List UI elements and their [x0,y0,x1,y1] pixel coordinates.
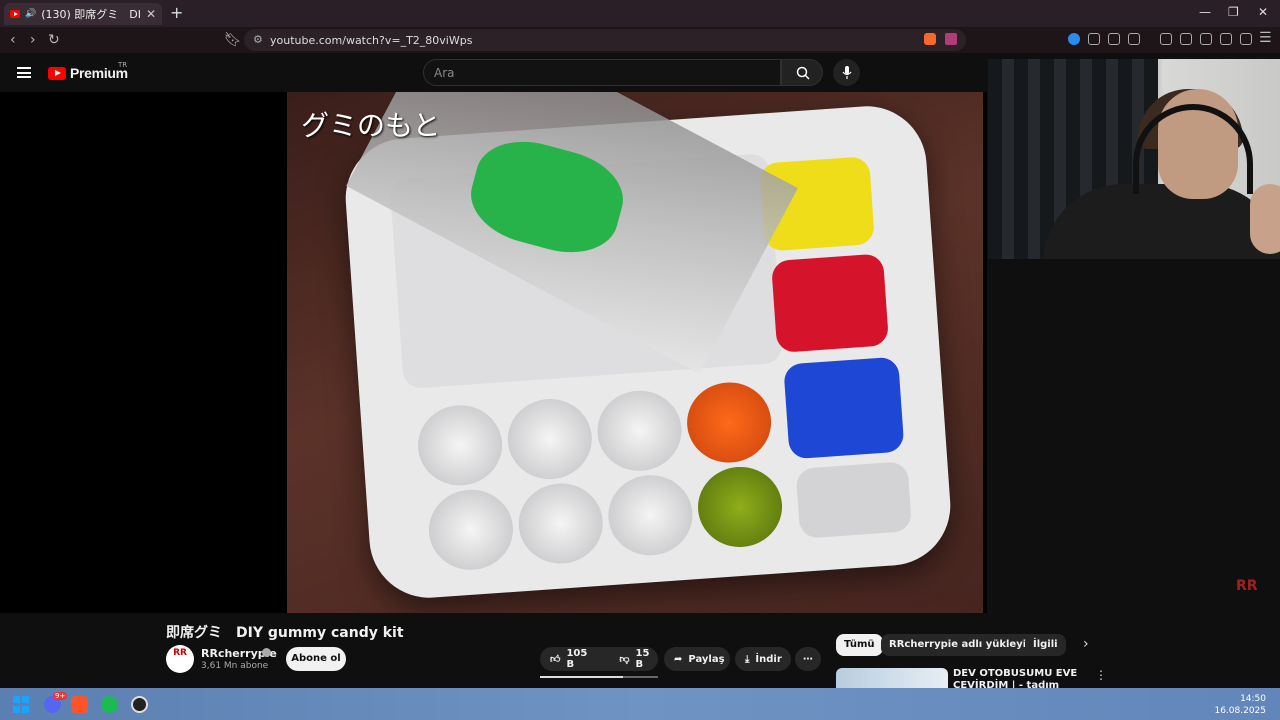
subscribe-button[interactable]: Abone ol [286,647,346,671]
video-title: 即席グミ DIY gummy candy kit [166,625,404,641]
system-clock[interactable]: 14:50 16.08.2025 [1214,693,1266,717]
chip-related[interactable]: İlgili [1025,634,1066,656]
url-text: youtube.com/watch?v=_T2_80viWps [270,33,473,47]
vpn-icon[interactable] [1240,33,1252,45]
verified-badge-icon [262,648,271,657]
clock-date: 16.08.2025 [1214,706,1266,716]
windows-taskbar: 9+ 14:50 16.08.2025 [0,688,1280,720]
search-icon [796,66,810,80]
download-button[interactable]: ⤓ İndir [735,647,791,671]
browser-tab-bar: 🔊 (130) 即席グミ DIY gu ✕ + — ❐ ✕ [0,0,1280,27]
guide-menu-icon[interactable] [17,67,31,78]
sidebar-icon[interactable] [1180,33,1192,45]
brave-shields-icon[interactable] [924,33,936,45]
recommendation-title[interactable]: DEV OTOBÜSÜMÜ EVE ÇEVİRDİM | - tadım kaç… [953,668,1083,688]
chevron-right-icon[interactable]: › [1083,636,1089,652]
like-dislike-group: 👍︎ 105 B 👎︎ 15 B [540,647,658,671]
share-button[interactable]: ➦ Paylaş [664,647,730,671]
address-bar[interactable]: ⚙ youtube.com/watch?v=_T2_80viWps [244,29,966,51]
browser-tab-youtube[interactable]: 🔊 (130) 即席グミ DIY gu ✕ [4,3,162,25]
bookmark-icon[interactable]: 🔖︎ [224,32,242,48]
puzzle-icon[interactable] [1108,33,1120,45]
orange-mold-well [684,379,774,466]
dislike-count: 15 B [635,648,650,670]
empty-compartment [795,461,913,539]
tab-close-icon[interactable]: ✕ [146,7,156,21]
mold-well [594,387,685,474]
thumbs-down-icon: 👎︎ [619,654,630,665]
leo-icon[interactable] [1220,33,1232,45]
windows-start-icon[interactable] [13,696,30,713]
logo-region: TR [118,61,128,69]
avatar-text: RR [173,648,187,658]
mold-well [605,472,696,559]
youtube-logo[interactable]: Premium TR [48,61,128,81]
like-count: 105 B [566,648,588,670]
video-player[interactable]: グミのもと [287,92,983,613]
share-label: Paylaş [688,653,725,665]
mold-well [426,486,516,573]
new-tab-button[interactable]: + [170,3,183,22]
media-icon[interactable] [1160,33,1172,45]
obs-icon[interactable] [131,696,148,713]
blue-compartment [783,356,905,460]
window-close-button[interactable]: ✕ [1258,5,1268,19]
thumbs-up-icon: 👍︎ [550,654,561,665]
menu-icon[interactable]: ☰ [1259,30,1272,46]
screenshot-icon[interactable] [1128,33,1140,45]
tab-audio-icon[interactable]: 🔊 [25,9,36,19]
share-icon: ➦ [674,653,683,665]
channel-avatar[interactable]: RR [166,645,194,673]
video-caption: グミのもと [301,109,441,142]
more-actions-button[interactable]: ⋯ [795,647,821,671]
chip-all[interactable]: Tümü [836,634,883,656]
forward-arrow-icon[interactable]: › [30,32,36,48]
brave-browser-icon[interactable] [71,696,88,713]
wallet-icon[interactable] [1200,33,1212,45]
microphone-icon [842,65,851,79]
recommendation-thumbnail[interactable] [836,668,948,688]
youtube-header: Premium TR Ara [0,53,987,92]
recommendation-menu-icon[interactable]: ⋮ [1095,668,1107,682]
search-button[interactable] [781,59,823,86]
tab-title: (130) 即席グミ DIY gu [41,8,141,21]
site-info-icon[interactable]: ⚙ [253,33,263,46]
dislike-button[interactable]: 👎︎ 15 B [609,647,659,671]
reload-icon[interactable]: ↻ [48,32,60,48]
back-arrow-icon[interactable]: ‹ [10,32,16,48]
webcam-overlay [988,59,1280,259]
extension-icon[interactable] [1068,33,1080,45]
youtube-play-icon [48,66,66,80]
green-mold-well [695,464,785,550]
mold-well [516,480,606,567]
discord-notification-badge: 9+ [53,692,68,700]
audio-extension-icon[interactable] [1088,33,1100,45]
mold-well [505,396,595,482]
download-icon: ⤓ [745,653,750,665]
subscriber-count: 3,61 Mn abone [201,661,269,671]
streamer-hand [1250,184,1280,254]
mold-well [415,402,505,489]
voice-search-button[interactable] [833,59,860,86]
browser-toolbar: ‹ › ↻ 🔖︎ ⚙ youtube.com/watch?v=_T2_80viW… [0,27,1280,53]
brave-rewards-icon[interactable] [945,33,957,45]
maximize-button[interactable]: ❐ [1228,5,1239,19]
like-ratio-bar [540,676,658,678]
clock-time: 14:50 [1240,694,1266,704]
youtube-favicon-icon [10,10,20,18]
download-label: İndir [755,653,782,665]
red-compartment [770,253,890,353]
like-button[interactable]: 👍︎ 105 B [540,647,597,671]
search-input[interactable]: Ara [423,59,781,86]
spotify-icon[interactable] [101,696,118,713]
minimize-button[interactable]: — [1199,5,1211,19]
